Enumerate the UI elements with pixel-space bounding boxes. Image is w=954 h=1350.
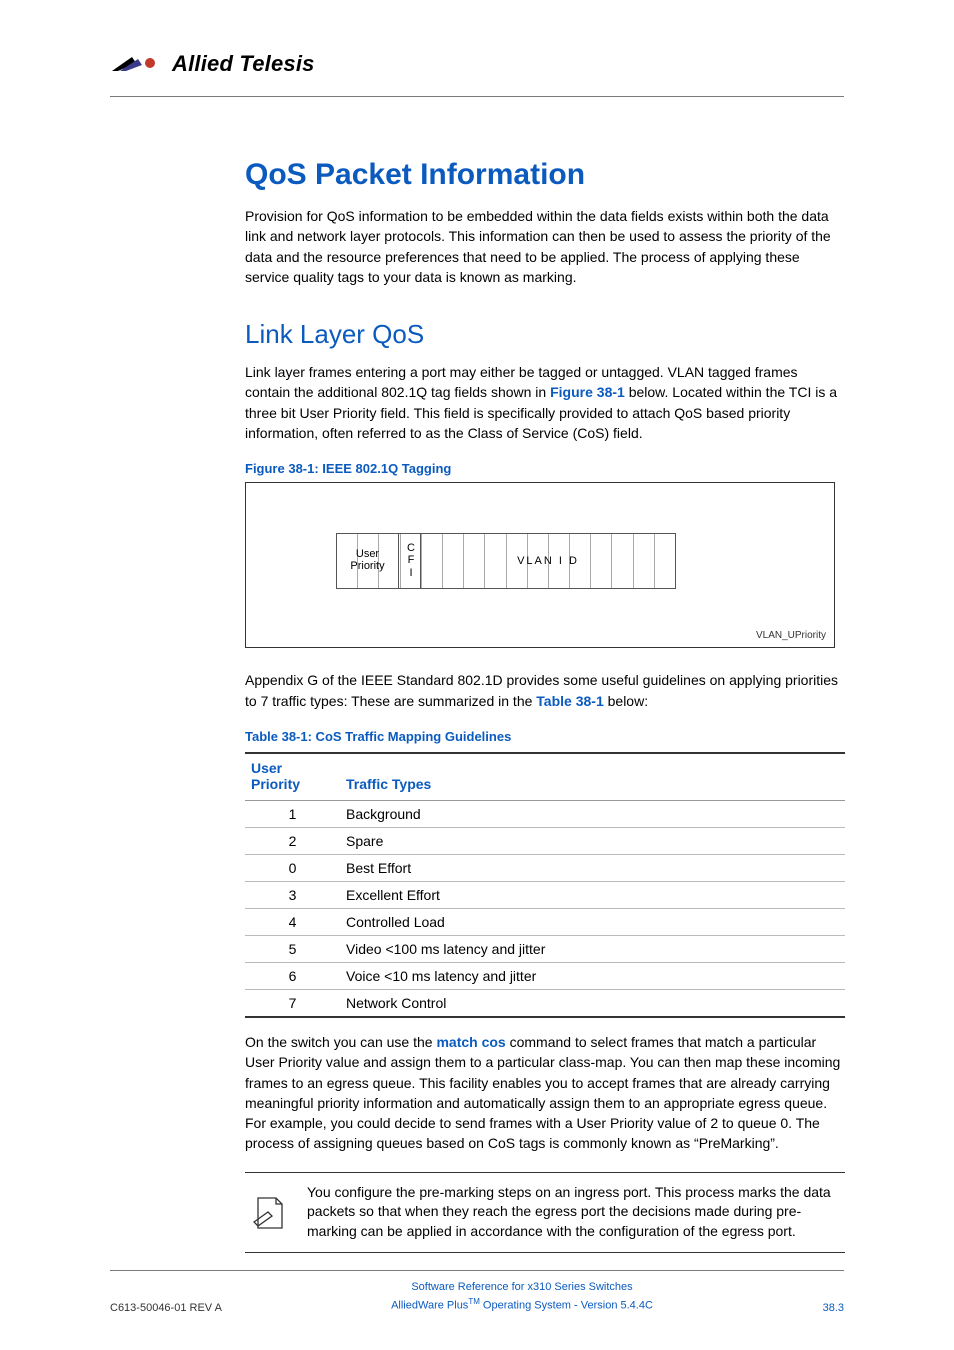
section-heading-link-layer: Link Layer QoS: [245, 319, 845, 350]
cell-up: 7: [245, 989, 340, 1017]
table-link[interactable]: Table 38-1: [536, 693, 603, 709]
cell-tt: Controlled Load: [340, 908, 845, 935]
table-row: 4Controlled Load: [245, 908, 845, 935]
match-cos-command-link[interactable]: match cos: [436, 1034, 505, 1050]
intro-paragraph: Provision for QoS information to be embe…: [245, 206, 845, 287]
cell-tt: Excellent Effort: [340, 881, 845, 908]
cell-tt: Voice <10 ms latency and jitter: [340, 962, 845, 989]
p4-a: On the switch you can use the: [245, 1034, 436, 1050]
cell-tt: Network Control: [340, 989, 845, 1017]
label-user-priority: UserPriority: [336, 548, 399, 572]
footer-title: Software Reference for x310 Series Switc…: [260, 1279, 784, 1296]
figure-footer-label: VLAN_UPriority: [756, 630, 826, 641]
header-rule: [110, 96, 844, 97]
note-icon: [245, 1192, 293, 1232]
appendix-paragraph: Appendix G of the IEEE Standard 802.1D p…: [245, 670, 845, 711]
match-cos-paragraph: On the switch you can use the match cos …: [245, 1032, 845, 1154]
label-vlan-id: VLAN I D: [516, 555, 580, 567]
brand-logo: Allied Telesis: [110, 51, 315, 77]
table-row: 0Best Effort: [245, 854, 845, 881]
brand-name: Allied Telesis: [172, 51, 315, 77]
table-row: 3Excellent Effort: [245, 881, 845, 908]
table-row: 2Spare: [245, 827, 845, 854]
page-footer: C613-50046-01 REV A Software Reference f…: [110, 1270, 844, 1314]
note-block: You configure the pre-marking steps on a…: [245, 1172, 845, 1253]
footer-doc-id: C613-50046-01 REV A: [110, 1302, 260, 1314]
cell-up: 3: [245, 881, 340, 908]
th-traffic-types: Traffic Types: [340, 753, 845, 801]
cell-up: 1: [245, 800, 340, 827]
cell-tt: Spare: [340, 827, 845, 854]
table-row: 6Voice <10 ms latency and jitter: [245, 962, 845, 989]
figure-box: UserPriority C F I VLAN I D VLAN_UPriori…: [245, 482, 835, 648]
cell-up: 6: [245, 962, 340, 989]
th-user-priority: UserPriority: [245, 753, 340, 801]
footer-subtitle: AlliedWare PlusTM Operating System - Ver…: [260, 1296, 784, 1314]
link-layer-paragraph: Link layer frames entering a port may ei…: [245, 362, 845, 443]
table-row: 5Video <100 ms latency and jitter: [245, 935, 845, 962]
table-row: 7Network Control: [245, 989, 845, 1017]
cell-tt: Background: [340, 800, 845, 827]
logo-icon: [110, 53, 164, 75]
table-caption: Table 38-1: CoS Traffic Mapping Guidelin…: [245, 729, 845, 744]
cell-up: 0: [245, 854, 340, 881]
p4-b: command to select frames that match a pa…: [245, 1034, 840, 1151]
figure-caption: Figure 38-1: IEEE 802.1Q Tagging: [245, 461, 845, 476]
label-cfi: C F I: [402, 542, 420, 578]
cell-tt: Best Effort: [340, 854, 845, 881]
figure-link[interactable]: Figure 38-1: [550, 384, 625, 400]
cos-table: UserPriority Traffic Types 1Background 2…: [245, 752, 845, 1018]
cell-up: 2: [245, 827, 340, 854]
cell-up: 4: [245, 908, 340, 935]
p3-b: below:: [604, 693, 648, 709]
page-title: QoS Packet Information: [245, 158, 845, 192]
footer-page-number: 38.3: [784, 1302, 844, 1314]
note-text: You configure the pre-marking steps on a…: [307, 1183, 845, 1242]
tag-frame-diagram: UserPriority C F I VLAN I D: [336, 533, 676, 589]
cell-tt: Video <100 ms latency and jitter: [340, 935, 845, 962]
table-row: 1Background: [245, 800, 845, 827]
cell-up: 5: [245, 935, 340, 962]
